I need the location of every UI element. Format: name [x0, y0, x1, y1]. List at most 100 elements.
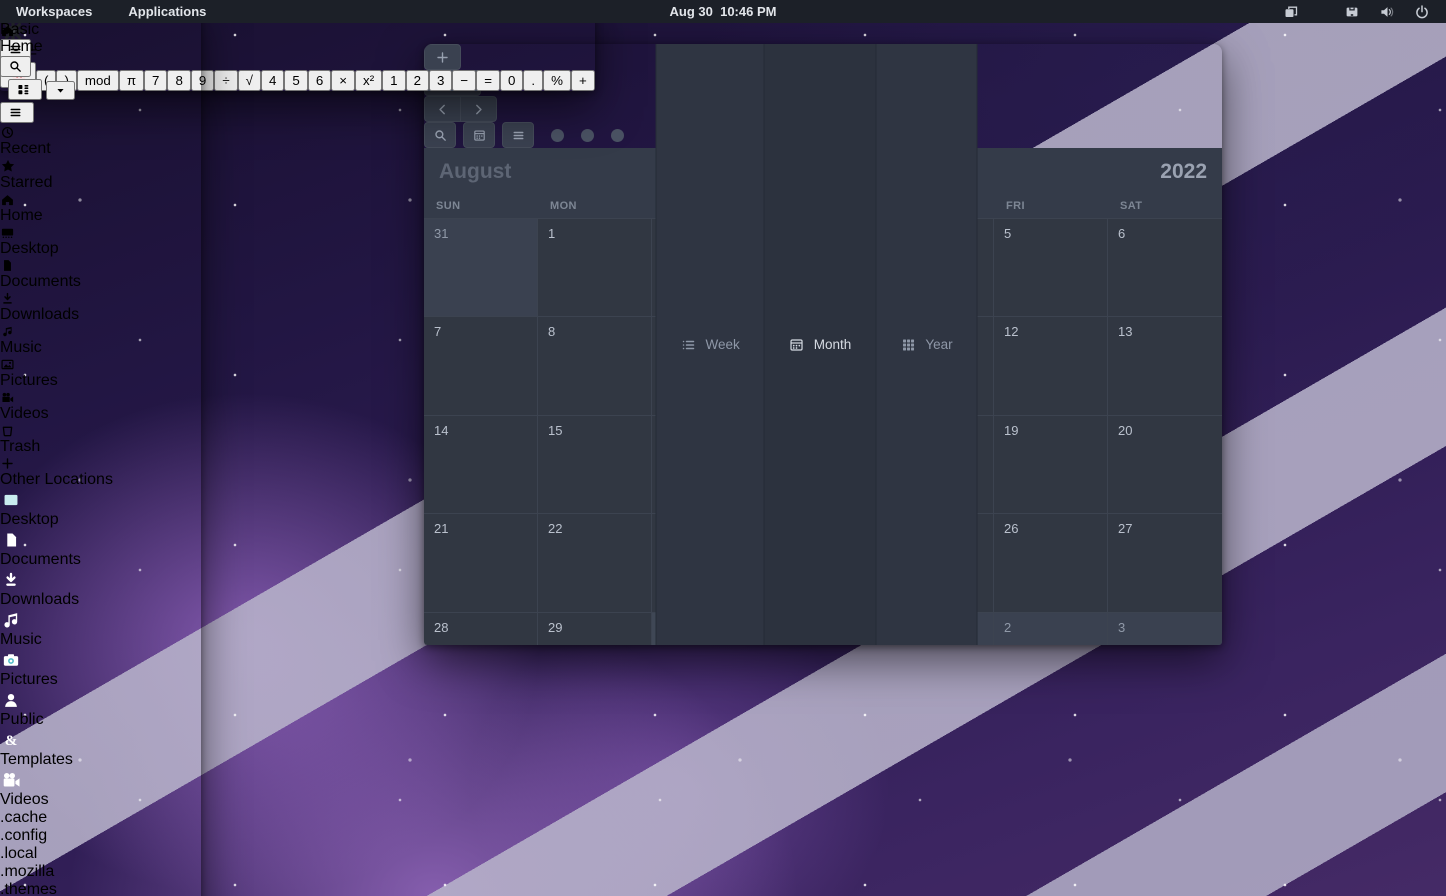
view-year[interactable]: Year: [875, 44, 977, 645]
window-button[interactable]: [611, 129, 624, 142]
calendar-day-cell[interactable]: 19: [994, 416, 1108, 514]
panel-clock[interactable]: Aug 30 10:46 PM: [670, 4, 777, 19]
panel-menu-workspaces[interactable]: Workspaces: [16, 4, 92, 19]
top-panel: Workspaces Applications Aug 30 10:46 PM: [0, 0, 1446, 23]
mini-calendar-button[interactable]: [463, 122, 495, 148]
view-month[interactable]: Month: [764, 44, 876, 645]
sidebar-item-documents[interactable]: Documents: [0, 258, 201, 291]
file-item[interactable]: Public: [0, 689, 201, 729]
path-bar[interactable]: Home: [0, 23, 201, 56]
file-item-label: Music: [0, 631, 201, 649]
calendar-day-cell[interactable]: 15: [538, 416, 652, 514]
file-item-label: Public: [0, 711, 201, 729]
sidebar-item-trash[interactable]: Trash: [0, 423, 201, 456]
volume-icon[interactable]: [1379, 4, 1395, 20]
sidebar-item-recent[interactable]: Recent: [0, 125, 201, 158]
next-button[interactable]: [460, 96, 497, 122]
calendar-day-cell[interactable]: 21: [424, 514, 538, 612]
screen-glyph-icon: [0, 489, 201, 511]
file-item[interactable]: Downloads: [0, 569, 201, 609]
key-4[interactable]: 4: [261, 70, 284, 91]
key-−[interactable]: −: [452, 70, 476, 91]
folder-shape: [0, 489, 201, 511]
view-dropdown-button[interactable]: [46, 81, 75, 100]
key-2[interactable]: 2: [406, 70, 429, 91]
key-=[interactable]: =: [476, 70, 500, 91]
file-item[interactable]: Videos: [0, 769, 201, 809]
key-5[interactable]: 5: [284, 70, 307, 91]
file-item[interactable]: .config: [0, 827, 201, 845]
folder-icon: [0, 689, 201, 711]
calendar-icon: [472, 128, 487, 143]
sidebar-item-pictures[interactable]: Pictures: [0, 357, 201, 390]
key-x²[interactable]: x²: [355, 70, 382, 91]
calendar-day-cell[interactable]: 22: [538, 514, 652, 612]
icon-view-button[interactable]: [8, 79, 42, 100]
calendar-day-cell[interactable]: 5: [994, 219, 1108, 317]
calendar-day-cell[interactable]: 27: [1108, 514, 1222, 612]
sidebar-item-starred[interactable]: Starred: [0, 158, 201, 192]
file-item[interactable]: .local: [0, 845, 201, 863]
sidebar-item-music[interactable]: Music: [0, 324, 201, 357]
view-week[interactable]: Week: [656, 44, 764, 645]
view-label: Month: [814, 337, 852, 352]
key-÷[interactable]: ÷: [214, 70, 237, 91]
file-item[interactable]: .cache: [0, 809, 201, 827]
note-glyph-icon: [0, 609, 201, 631]
recent-icon: [0, 125, 201, 140]
menu-button[interactable]: [502, 122, 534, 148]
calendar-day-cell[interactable]: 26: [994, 514, 1108, 612]
key-6[interactable]: 6: [308, 70, 331, 91]
key-.[interactable]: .: [523, 70, 543, 91]
file-item[interactable]: Desktop: [0, 489, 201, 529]
file-item[interactable]: .mozilla: [0, 863, 201, 881]
power-icon[interactable]: [1414, 4, 1430, 20]
key-×[interactable]: ×: [331, 70, 355, 91]
calendar-day-cell[interactable]: 28: [424, 613, 538, 645]
search-icon: [433, 128, 448, 143]
calendar-day-cell[interactable]: 20: [1108, 416, 1222, 514]
calendar-day-cell[interactable]: 8: [538, 317, 652, 415]
picture-icon: [0, 357, 201, 372]
sidebar-item-desktop[interactable]: Desktop: [0, 225, 201, 258]
file-item[interactable]: .themes: [0, 881, 201, 896]
key-3[interactable]: 3: [429, 70, 452, 91]
key-+[interactable]: +: [571, 70, 595, 91]
file-item[interactable]: &Templates: [0, 729, 201, 769]
calendar-day-cell[interactable]: 2: [994, 613, 1108, 645]
search-button[interactable]: [424, 122, 456, 148]
key-0[interactable]: 0: [500, 70, 523, 91]
file-item[interactable]: Pictures: [0, 649, 201, 689]
window-button[interactable]: [551, 129, 564, 142]
sidebar-item-downloads[interactable]: Downloads: [0, 291, 201, 324]
window-button[interactable]: [581, 129, 594, 142]
prev-button[interactable]: [424, 96, 461, 122]
sidebar-item-home[interactable]: Home: [0, 192, 201, 225]
sidebar-item-label: Home: [0, 207, 43, 224]
down-glyph-icon: [0, 569, 201, 591]
key-%[interactable]: %: [543, 70, 571, 91]
calendar-day-cell[interactable]: 29: [538, 613, 652, 645]
calendar-day-cell[interactable]: 3: [1108, 613, 1222, 645]
calendar-day-cell[interactable]: 1: [538, 219, 652, 317]
system-tray: [1283, 4, 1446, 20]
calendar-day-cell[interactable]: 14: [424, 416, 538, 514]
panel-menu-applications[interactable]: Applications: [128, 4, 206, 19]
menu-button[interactable]: [0, 102, 34, 123]
file-item[interactable]: Documents: [0, 529, 201, 569]
key-√[interactable]: √: [238, 70, 261, 91]
search-button[interactable]: [0, 56, 31, 77]
calendar-day-cell[interactable]: 7: [424, 317, 538, 415]
sidebar-item-label: Music: [0, 339, 42, 356]
calendar-day-cell[interactable]: 12: [994, 317, 1108, 415]
windows-icon[interactable]: [1283, 4, 1299, 20]
sidebar-item-videos[interactable]: Videos: [0, 390, 201, 423]
file-item[interactable]: Music: [0, 609, 201, 649]
calendar-day-cell[interactable]: 6: [1108, 219, 1222, 317]
calendar-day-cell[interactable]: 13: [1108, 317, 1222, 415]
sidebar-item-other-locations[interactable]: Other Locations: [0, 456, 201, 489]
network-icon[interactable]: [1344, 4, 1360, 20]
path-label: Home: [0, 38, 43, 55]
calendar-day-cell[interactable]: 31: [424, 219, 538, 317]
key-1[interactable]: 1: [382, 70, 405, 91]
